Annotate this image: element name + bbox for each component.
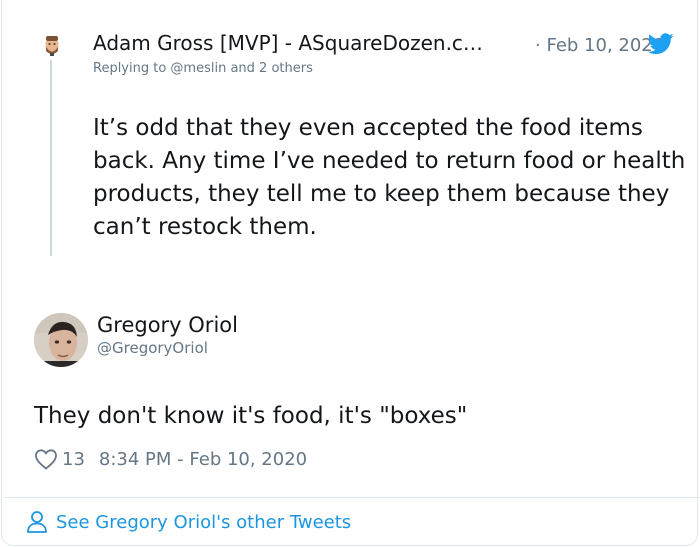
see-other-tweets-label[interactable]: See Gregory Oriol's other Tweets	[56, 512, 351, 533]
replying-to-label: Replying to @meslin and 2 others	[93, 61, 313, 76]
author-photo	[34, 313, 88, 367]
embedded-tweet-card: Adam Gross [MVP] - ASquareDozen.c… · Feb…	[1, 0, 700, 546]
tweet-meta: 13 8:34 PM - Feb 10, 2020	[34, 447, 307, 471]
footer-divider	[4, 497, 700, 498]
parent-tweet-text: It’s odd that they even accepted the foo…	[93, 115, 686, 240]
like-count[interactable]: 13	[62, 449, 85, 470]
author-avatar[interactable]	[34, 313, 88, 367]
parent-author-avatar[interactable]	[40, 32, 64, 56]
author-handle[interactable]: @GregoryOriol	[97, 339, 208, 357]
thread-connector-line	[50, 60, 52, 256]
tweet-timestamp[interactable]: 8:34 PM - Feb 10, 2020	[99, 449, 307, 470]
tweet-text: They don't know it's food, it's "boxes"	[34, 403, 468, 429]
author-name[interactable]: Gregory Oriol	[97, 313, 238, 337]
heart-icon[interactable]	[34, 448, 58, 470]
twitter-bird-icon[interactable]	[648, 33, 674, 55]
parent-author-name[interactable]: Adam Gross [MVP] - ASquareDozen.c…	[93, 31, 483, 55]
parent-tweet-date[interactable]: · Feb 10, 2020	[535, 35, 664, 56]
see-other-tweets-link[interactable]: See Gregory Oriol's other Tweets	[26, 510, 351, 534]
person-icon	[27, 511, 47, 533]
